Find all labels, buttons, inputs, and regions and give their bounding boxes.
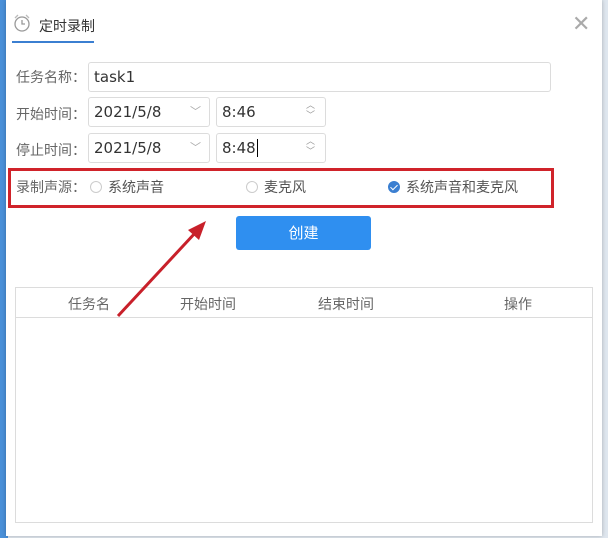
- annotation-arrow: [116, 221, 206, 318]
